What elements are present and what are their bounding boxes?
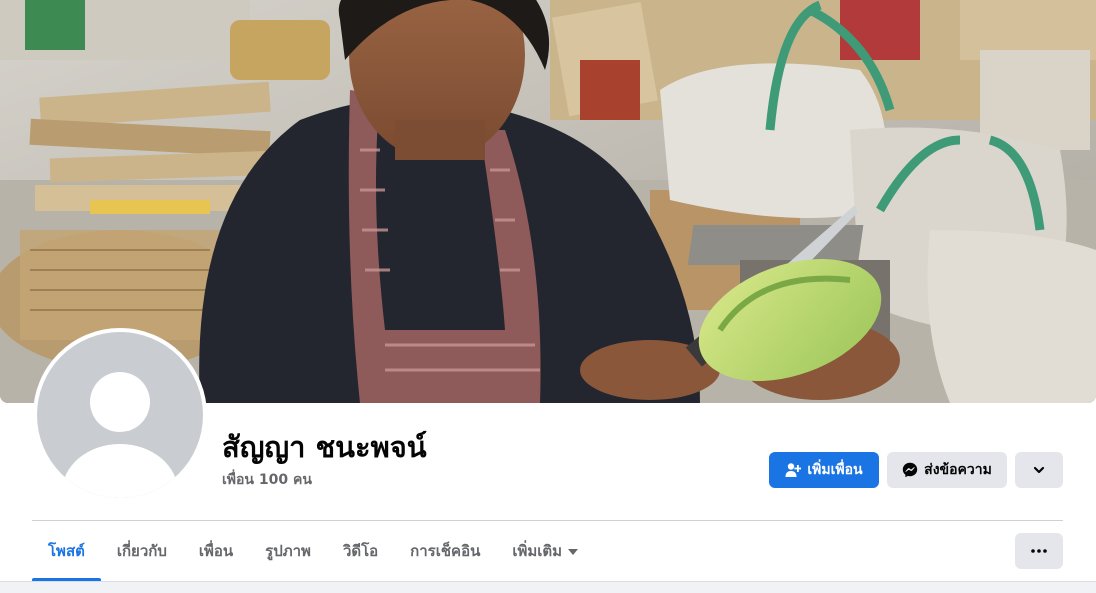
default-avatar-icon [62,372,178,498]
tab-label: เกี่ยวกับ [116,542,167,560]
tab-more[interactable]: เพิ่มเติม [496,521,594,581]
tab-label: การเช็คอิน [410,542,481,560]
ellipsis-icon [1031,549,1047,553]
tab-label: รูปภาพ [265,542,311,560]
profile-tabs: โพสต์ เกี่ยวกับ เพื่อน รูปภาพ วิดีโอ การ… [32,521,594,581]
page-background-band [0,581,1096,593]
tab-photos[interactable]: รูปภาพ [249,521,327,581]
tab-videos[interactable]: วิดีโอ [327,521,394,581]
tab-label: เพิ่มเติม [512,542,563,560]
tab-label: โพสต์ [48,542,85,560]
tab-posts[interactable]: โพสต์ [32,521,101,581]
more-actions-button[interactable] [1015,452,1063,488]
tab-checkins[interactable]: การเช็คอิน [394,521,496,581]
tab-about[interactable]: เกี่ยวกับ [101,521,183,581]
message-button[interactable]: ส่งข้อความ [887,452,1007,488]
person-plus-icon [785,463,802,477]
messenger-icon [902,462,918,478]
caret-down-icon [568,549,579,555]
friend-count[interactable]: เพื่อน 100 คน [222,469,312,491]
profile-avatar[interactable] [33,328,207,502]
add-friend-button[interactable]: เพิ่มเพื่อน [769,452,879,488]
tab-friends[interactable]: เพื่อน [183,521,249,581]
chevron-down-icon [1033,466,1045,474]
profile-page: สัญญา ชนะพจน์ เพื่อน 100 คน เพิ่มเพื่อน … [0,0,1096,593]
add-friend-label: เพิ่มเพื่อน [807,462,863,478]
avatar-placeholder [37,332,203,498]
tab-label: วิดีโอ [342,542,379,560]
profile-name: สัญญา ชนะพจน์ [222,430,427,464]
message-label: ส่งข้อความ [924,462,992,478]
tab-label: เพื่อน [198,542,234,560]
tabs-more-button[interactable] [1015,533,1063,569]
